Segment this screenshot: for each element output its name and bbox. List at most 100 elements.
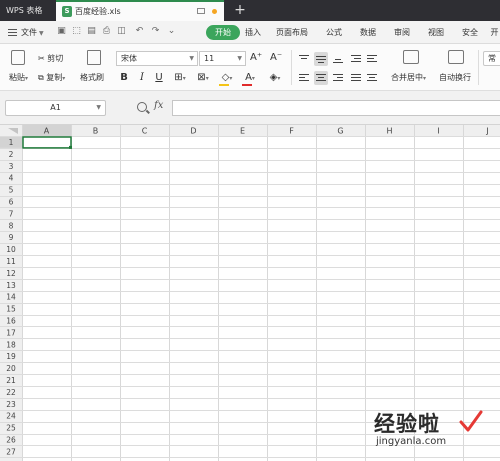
row-header-14[interactable]: 14 [6, 293, 16, 302]
wrap-text-icon[interactable] [448, 50, 464, 64]
column-header-i[interactable]: I [437, 127, 439, 136]
row-header-3[interactable]: 3 [9, 162, 14, 171]
row-header-7[interactable]: 7 [9, 209, 14, 218]
align-middle-icon[interactable] [314, 52, 328, 66]
save-icon[interactable]: ▣ [56, 26, 67, 37]
tab-home[interactable]: 开始 [206, 25, 240, 40]
row-header-26[interactable]: 26 [6, 435, 16, 444]
tab-insert[interactable]: 插入 [240, 21, 266, 44]
document-tab[interactable]: S 百度经验.xls [56, 0, 224, 21]
row-header-18[interactable]: 18 [6, 340, 16, 349]
row-header-17[interactable]: 17 [6, 328, 16, 337]
row-header-2[interactable]: 2 [9, 150, 14, 159]
column-header-d[interactable]: D [190, 127, 196, 136]
align-bottom-icon[interactable] [332, 53, 344, 65]
chevron-down-icon: ▼ [237, 55, 242, 62]
column-header-b[interactable]: B [93, 127, 99, 136]
column-header-c[interactable]: C [142, 127, 148, 136]
number-format-select[interactable]: 常规 [483, 51, 500, 66]
format-painter-icon[interactable] [87, 50, 101, 65]
paste-button[interactable]: 粘贴▾ [9, 72, 28, 83]
row-header-8[interactable]: 8 [9, 221, 14, 230]
column-header-f[interactable]: F [289, 127, 294, 136]
row-header-24[interactable]: 24 [6, 412, 16, 421]
increase-font-button[interactable]: A⁺ [250, 52, 262, 63]
font-size-select[interactable]: 11 ▼ [199, 51, 246, 66]
tab-more[interactable]: 开 [489, 21, 500, 44]
column-header-h[interactable]: H [386, 127, 392, 136]
fx-icon[interactable]: fx [154, 100, 163, 111]
row-header-20[interactable]: 20 [6, 364, 16, 373]
app-tab-wps[interactable]: WPS 表格 [0, 0, 56, 21]
row-header-11[interactable]: 11 [6, 257, 16, 266]
font-color-button[interactable]: A▾ [241, 71, 259, 84]
fill-handle[interactable] [69, 145, 72, 149]
decrease-font-button[interactable]: A⁻ [270, 52, 282, 63]
font-name-select[interactable]: 宋体 ▼ [116, 51, 198, 66]
row-header-13[interactable]: 13 [6, 281, 16, 290]
row-header-10[interactable]: 10 [6, 245, 16, 254]
row-header-25[interactable]: 25 [6, 424, 16, 433]
print-preview-icon[interactable]: ◫ [116, 26, 127, 37]
customize-dropdown-icon[interactable]: ⌄ [166, 26, 177, 37]
bold-button[interactable]: B [118, 71, 130, 84]
row-header-16[interactable]: 16 [6, 316, 16, 325]
row-header-21[interactable]: 21 [6, 376, 16, 385]
redo-icon[interactable]: ↷ [150, 26, 161, 37]
distributed-align-icon[interactable] [366, 72, 378, 84]
indent-increase-icon[interactable] [366, 53, 378, 65]
file-menu-button[interactable]: 文件 ▼ [8, 21, 44, 44]
pdf-icon[interactable]: ▤ [86, 26, 97, 37]
name-box[interactable]: A1 ▼ [5, 100, 106, 116]
align-center-icon[interactable] [314, 71, 328, 85]
row-header-1[interactable]: 1 [9, 138, 14, 147]
indent-decrease-icon[interactable] [350, 53, 362, 65]
merge-center-button[interactable]: 合并居中▾ [391, 72, 426, 83]
column-header-a[interactable]: A [44, 127, 50, 136]
undo-icon[interactable]: ↶ [134, 26, 145, 37]
column-header-j[interactable]: J [485, 127, 488, 136]
export-icon[interactable]: ⬚ [71, 26, 82, 37]
row-header-4[interactable]: 4 [9, 174, 14, 183]
align-top-icon[interactable] [298, 53, 310, 65]
row-header-27[interactable]: 27 [6, 447, 16, 456]
fill-color-button[interactable]: ◇▾ [218, 71, 236, 84]
search-icon[interactable] [137, 102, 147, 112]
borders-button[interactable]: ⊞▾ [171, 71, 189, 84]
column-header-e[interactable]: E [240, 127, 245, 136]
align-right-icon[interactable] [332, 72, 344, 84]
chevron-down-icon: ▾ [229, 75, 233, 82]
justify-icon[interactable] [350, 72, 362, 84]
row-header-23[interactable]: 23 [6, 400, 16, 409]
tab-review[interactable]: 审阅 [389, 21, 415, 44]
row-header-6[interactable]: 6 [9, 197, 14, 206]
active-cell[interactable] [22, 136, 72, 149]
column-header-g[interactable]: G [337, 127, 343, 136]
row-header-15[interactable]: 15 [6, 305, 16, 314]
print-icon[interactable]: ⎙ [101, 26, 112, 37]
tab-formulas[interactable]: 公式 [321, 21, 347, 44]
row-header-19[interactable]: 19 [6, 352, 16, 361]
tab-view[interactable]: 视图 [423, 21, 449, 44]
row-header-9[interactable]: 9 [9, 233, 14, 242]
wrap-text-button[interactable]: 自动换行 [439, 72, 471, 83]
formula-input[interactable] [172, 100, 500, 116]
row-header-22[interactable]: 22 [6, 388, 16, 397]
underline-button[interactable]: U [153, 71, 165, 84]
italic-button[interactable]: I [136, 71, 148, 84]
monitor-icon[interactable] [197, 8, 205, 14]
tab-page-layout[interactable]: 页面布局 [271, 21, 313, 44]
row-header-12[interactable]: 12 [6, 269, 16, 278]
copy-button[interactable]: ⧉ 复制▾ [38, 72, 65, 83]
row-header-5[interactable]: 5 [9, 186, 14, 195]
cell-style-button[interactable]: ⊠▾ [194, 71, 212, 84]
tab-data[interactable]: 数据 [355, 21, 381, 44]
clear-format-button[interactable]: ◈▾ [266, 71, 284, 84]
tab-security[interactable]: 安全 [457, 21, 483, 44]
format-painter-button[interactable]: 格式刷 [80, 72, 104, 83]
align-left-icon[interactable] [298, 72, 310, 84]
paste-icon[interactable] [11, 50, 25, 65]
merge-cells-icon[interactable] [403, 50, 419, 64]
new-tab-button[interactable]: + [232, 0, 248, 21]
cut-button[interactable]: ✂ 剪切 [38, 53, 63, 64]
